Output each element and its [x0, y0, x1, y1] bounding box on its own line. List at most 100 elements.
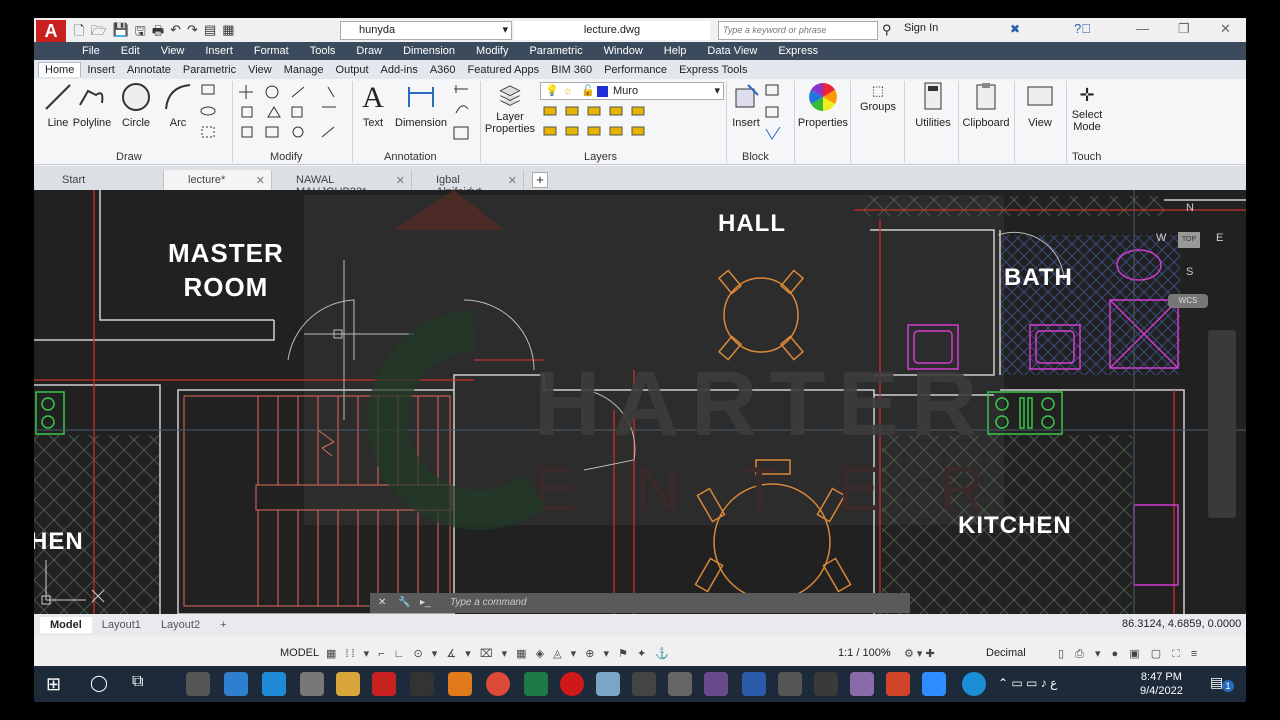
tab-featured-apps[interactable]: Featured Apps [462, 63, 546, 77]
menu-tools[interactable]: Tools [310, 45, 336, 57]
wcs-menu[interactable]: WCS [1168, 294, 1208, 308]
tab-view[interactable]: View [242, 63, 278, 77]
camera-icon[interactable] [778, 672, 802, 696]
doc-tab-start[interactable]: Start [38, 170, 164, 190]
status-toggle-icons[interactable]: ▦ ⁞⁞ ▾ ⌐ ∟ ⊙ ▾ ∡ ▾ ⌧ ▾ ▦ ◈ ◬ ▾ ⊕ ▾ ⚑ ✦ ⚓ [326, 647, 672, 660]
text-tool[interactable]: A Text [358, 81, 388, 129]
calculator-app-icon[interactable] [186, 672, 210, 696]
redo-icon[interactable]: ↷ [187, 22, 198, 44]
tab-layout1[interactable]: Layout1 [92, 617, 151, 633]
tab-performance[interactable]: Performance [598, 63, 673, 77]
status-right-icons[interactable]: ▯ ⎙ ▾ ● ▣ ▢ ⛶ ≡ [1058, 647, 1201, 661]
block-panel-title[interactable]: Block [742, 151, 769, 163]
menu-dimension[interactable]: Dimension [403, 45, 455, 57]
app-icon[interactable] [704, 672, 728, 696]
sign-in-button[interactable]: Sign In [904, 22, 938, 34]
task-view-icon[interactable]: ⧉ [132, 673, 143, 691]
powerpoint-icon[interactable] [886, 672, 910, 696]
menu-view[interactable]: View [161, 45, 185, 57]
polyline-tool[interactable]: Polyline [72, 81, 112, 129]
notification-icon[interactable]: ▤ [1210, 674, 1223, 691]
opera-icon[interactable] [560, 672, 584, 696]
groups-tool[interactable]: ⬚ Groups [856, 83, 900, 113]
draw-panel-title[interactable]: Draw [116, 151, 142, 163]
app-icon[interactable] [448, 672, 472, 696]
help-icon[interactable]: ?⃝ [1074, 21, 1091, 36]
restore-button[interactable]: ❐ [1178, 21, 1190, 37]
tab-output[interactable]: Output [330, 63, 375, 77]
video-app-icon[interactable] [410, 672, 434, 696]
print-icon[interactable]: 🖶 [152, 22, 164, 44]
clock-app-icon[interactable] [814, 672, 838, 696]
viewcube-top[interactable]: TOP [1178, 232, 1200, 248]
viewcube-south[interactable]: S [1186, 266, 1193, 278]
tab-add-ins[interactable]: Add-ins [375, 63, 424, 77]
line-tool[interactable]: Line [40, 81, 76, 129]
menu-help[interactable]: Help [664, 45, 687, 57]
undo-icon[interactable]: ↶ [170, 22, 181, 44]
app-icon[interactable] [668, 672, 692, 696]
insert-tool[interactable]: Insert [728, 81, 764, 129]
close-icon[interactable]: ✕ [508, 174, 517, 187]
units-select[interactable]: Decimal [986, 647, 1026, 659]
properties-tool[interactable]: Properties [796, 81, 850, 129]
doc-tab-igbal[interactable]: Igbal Alnifeidy*✕ [412, 170, 524, 198]
plot-icon[interactable]: ▤ [204, 22, 216, 44]
new-tab-button[interactable]: + [532, 172, 548, 188]
binoculars-icon[interactable]: ⚲ [882, 22, 892, 38]
modify-panel-title[interactable]: Modify [270, 151, 302, 163]
clipboard-tool[interactable]: Clipboard [960, 81, 1012, 129]
circle-tool[interactable]: Circle [118, 81, 154, 129]
edge-icon[interactable] [262, 672, 286, 696]
tab-layout2[interactable]: Layout2 [151, 617, 210, 633]
close-icon[interactable]: ✕ [396, 174, 405, 187]
gear-icon[interactable]: ⚙ ▾ ✚ [904, 647, 935, 660]
menu-window[interactable]: Window [604, 45, 643, 57]
menu-format[interactable]: Format [254, 45, 289, 57]
app-icon[interactable] [850, 672, 874, 696]
layers-panel-title[interactable]: Layers [584, 151, 617, 163]
tab-parametric[interactable]: Parametric [177, 63, 242, 77]
windows-start-icon[interactable]: ⊞ [46, 674, 61, 695]
system-tray-icons[interactable]: ⌃ ▭ ▭ ♪ ع [998, 676, 1057, 690]
app-icon[interactable] [596, 672, 620, 696]
select-mode-tool[interactable]: ✛ Select Mode [1068, 81, 1106, 133]
close-icon[interactable]: ✕ [378, 593, 386, 613]
touch-panel-title[interactable]: Touch [1072, 151, 1101, 163]
app-icon[interactable] [300, 672, 324, 696]
file-explorer-icon[interactable] [336, 672, 360, 696]
tab-model[interactable]: Model [40, 617, 92, 633]
save-icon[interactable]: 💾 [113, 22, 129, 44]
new-file-icon[interactable]: 🗋 [74, 22, 84, 44]
tab-insert[interactable]: Insert [81, 63, 121, 77]
chrome-icon[interactable] [486, 672, 510, 696]
wrench-icon[interactable]: 🔧 [398, 593, 410, 613]
help-app-icon[interactable] [962, 672, 986, 696]
annotation-panel-title[interactable]: Annotation [384, 151, 437, 163]
viewcube-north[interactable]: N [1186, 202, 1194, 214]
viewcube[interactable]: N W E S TOP WCS [1154, 198, 1234, 318]
command-line-input[interactable]: ✕ 🔧 ▸_ Type a command [370, 593, 910, 613]
menu-file[interactable]: File [82, 45, 100, 57]
menu-express[interactable]: Express [778, 45, 818, 57]
layer-properties-tool[interactable]: Layer Properties [482, 81, 538, 135]
search-icon[interactable]: ◯ [90, 673, 108, 693]
app-icon[interactable] [632, 672, 656, 696]
zoom-icon[interactable] [922, 672, 946, 696]
tab-manage[interactable]: Manage [278, 63, 330, 77]
viewcube-east[interactable]: E [1216, 232, 1223, 244]
exchange-icon[interactable]: ✖ [1010, 22, 1020, 36]
modify-tools-icons[interactable] [238, 83, 348, 143]
close-button[interactable]: ✕ [1220, 21, 1231, 37]
tab-bim-360[interactable]: BIM 360 [545, 63, 598, 77]
menu-modify[interactable]: Modify [476, 45, 508, 57]
tab-annotate[interactable]: Annotate [121, 63, 177, 77]
arc-tool[interactable]: Arc [160, 81, 196, 129]
viewcube-west[interactable]: W [1156, 232, 1166, 244]
annotation-scale[interactable]: 1:1 / 100% [838, 647, 891, 659]
navigation-bar[interactable] [1208, 330, 1236, 518]
block-small-icons[interactable] [764, 83, 786, 143]
tab-express-tools[interactable]: Express Tools [673, 63, 753, 77]
save-as-icon[interactable]: 🖫 [135, 22, 146, 44]
autocad-taskbar-icon[interactable] [372, 672, 396, 696]
